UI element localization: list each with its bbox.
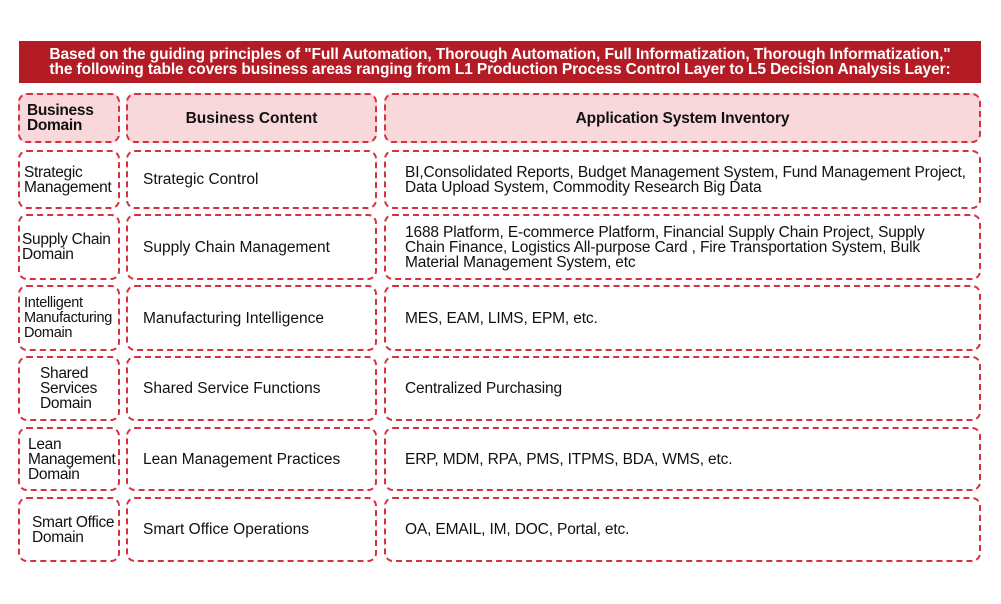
header-business-domain: Business Domain (18, 93, 120, 143)
header-business-content: Business Content (126, 93, 377, 143)
row-3-content: Manufacturing Intelligence (126, 285, 377, 351)
systems-cell-text: MES, EAM, LIMS, EPM, etc. (405, 309, 598, 327)
row-2-systems: 1688 Platform, E-commerce Platform, Fina… (384, 214, 981, 280)
content-cell-text: Smart Office Operations (143, 521, 309, 538)
systems-cell-text: OA, EMAIL, IM, DOC, Portal, etc. (405, 521, 630, 538)
domain-cell-text: Smart Office Domain (32, 513, 115, 546)
row-3-systems: MES, EAM, LIMS, EPM, etc. (384, 285, 981, 351)
content-cell-text: Shared Service Functions (143, 380, 321, 397)
row-3-domain: Intelligent Manufacturing Domain (18, 285, 120, 351)
header-label: Business Content (185, 109, 318, 127)
domain-cell-text: Shared Services Domain (40, 365, 98, 412)
row-6-domain: Smart Office Domain (18, 497, 120, 562)
row-6-systems: OA, EMAIL, IM, DOC, Portal, etc. (384, 497, 981, 562)
domain-cell-text: Strategic Management (24, 163, 112, 196)
content-cell-text: Supply Chain Management (143, 238, 330, 256)
row-2-content: Supply Chain Management (126, 214, 377, 280)
banner-line-1: Based on the guiding principles of "Full… (49, 46, 951, 63)
domain-cell-text: Lean Management Domain (28, 435, 116, 483)
row-1-domain: Strategic Management (18, 150, 120, 209)
row-6-content: Smart Office Operations (126, 497, 377, 562)
content-cell-text: Lean Management Practices (143, 450, 341, 468)
row-4-systems: Centralized Purchasing (384, 356, 981, 421)
header-application-system-inventory: Application System Inventory (384, 93, 981, 143)
intro-banner: Based on the guiding principles of "Full… (19, 41, 981, 83)
content-cell-text: Strategic Control (143, 171, 259, 188)
domain-cell-text: Supply Chain Domain (22, 231, 111, 263)
row-4-domain: Shared Services Domain (18, 356, 120, 421)
systems-cell-text: Centralized Purchasing (405, 380, 562, 397)
systems-cell-text: ERP, MDM, RPA, PMS, ITPMS, BDA, WMS, etc… (405, 450, 733, 468)
header-label: Application System Inventory (575, 109, 790, 127)
row-5-domain: Lean Management Domain (18, 427, 120, 491)
header-label: Business Domain (27, 102, 94, 134)
row-4-content: Shared Service Functions (126, 356, 377, 421)
content-cell-text: Manufacturing Intelligence (143, 309, 324, 327)
row-1-content: Strategic Control (126, 150, 377, 209)
row-1-systems: BI,Consolidated Reports, Budget Manageme… (384, 150, 981, 209)
systems-cell-text: BI,Consolidated Reports, Budget Manageme… (405, 163, 966, 196)
domain-cell-text: Intelligent Manufacturing Domain (24, 294, 112, 341)
row-5-systems: ERP, MDM, RPA, PMS, ITPMS, BDA, WMS, etc… (384, 427, 981, 491)
banner-line-2: the following table covers business area… (49, 61, 951, 78)
row-5-content: Lean Management Practices (126, 427, 377, 491)
row-2-domain: Supply Chain Domain (18, 214, 120, 280)
systems-cell-text: 1688 Platform, E-commerce Platform, Fina… (405, 223, 925, 271)
